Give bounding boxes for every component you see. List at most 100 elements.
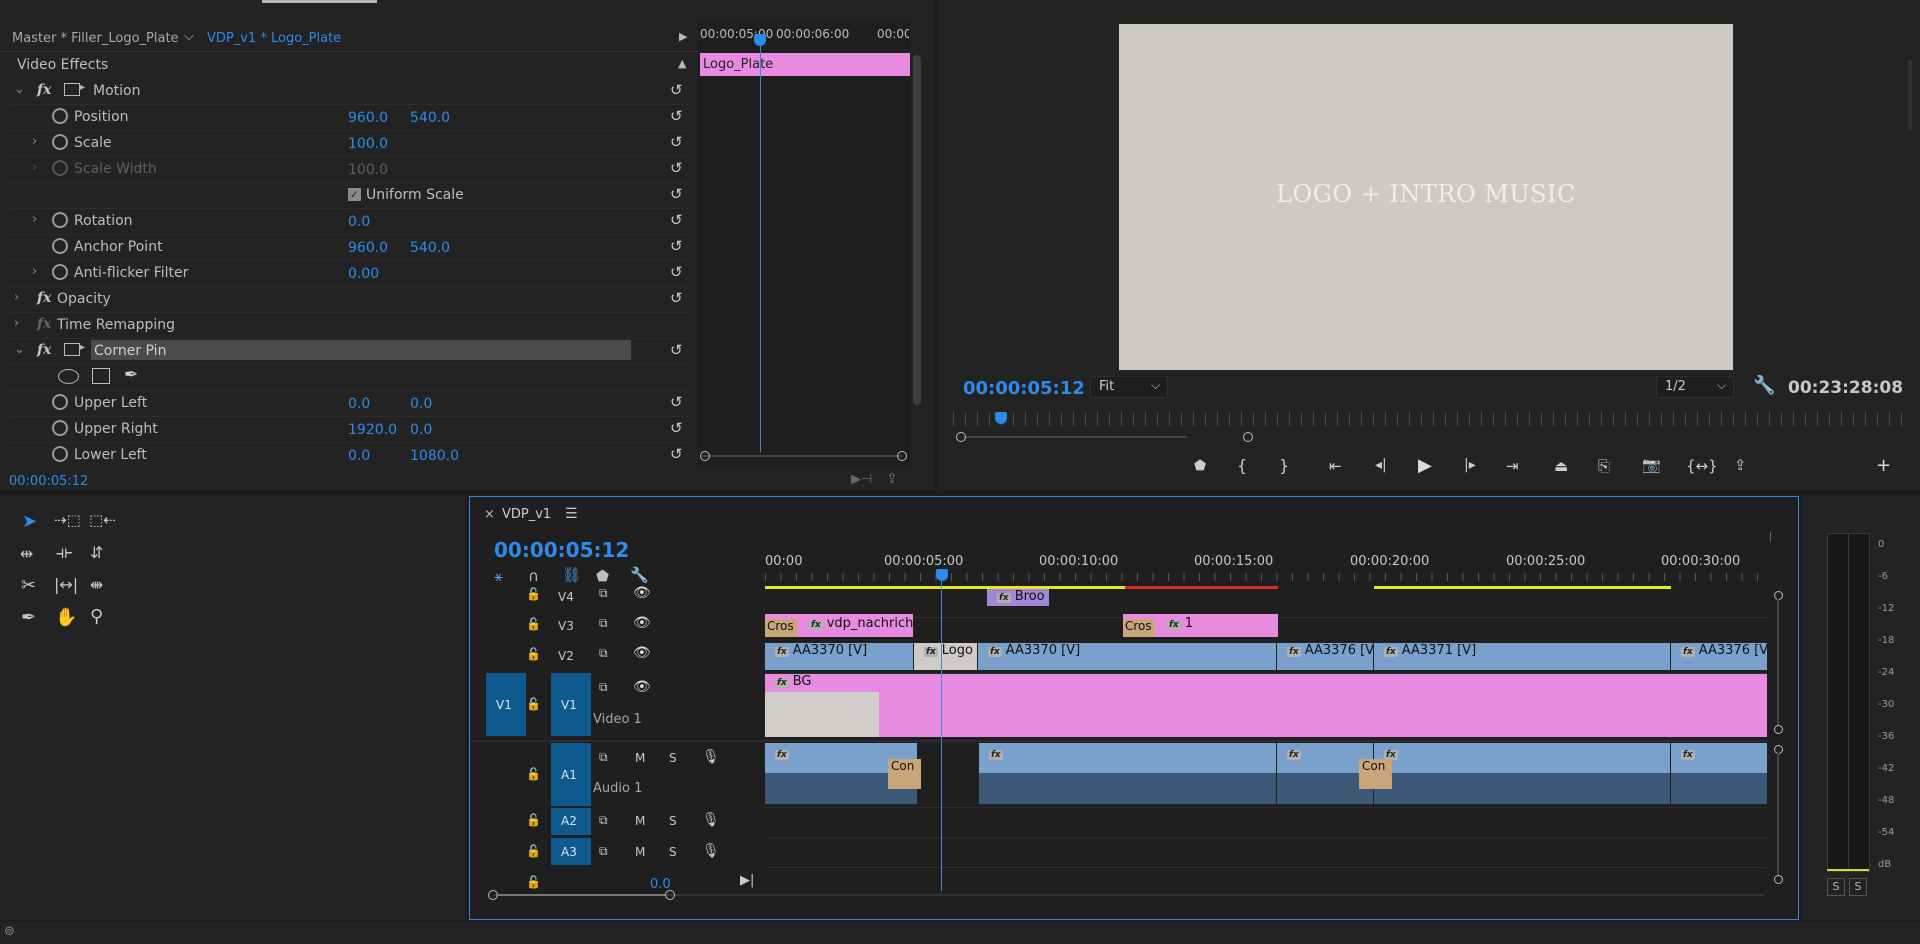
time-remapping-row[interactable]: › fx Time Remapping	[10, 312, 690, 339]
position-y-value[interactable]: 540.0	[410, 110, 450, 126]
v2-clip-aa3371[interactable]: fx AA3371 [V]	[1374, 643, 1670, 670]
close-tab-icon[interactable]: ×	[484, 507, 495, 522]
share-icon[interactable]: ⇪	[1734, 456, 1747, 474]
transform-box-icon[interactable]	[64, 343, 80, 356]
scale-value[interactable]: 100.0	[348, 136, 388, 152]
stopwatch-icon[interactable]	[52, 238, 68, 254]
sync-lock-icon[interactable]: ⧉	[599, 646, 608, 661]
a1-audio-clip[interactable]: fx	[979, 743, 1276, 804]
stopwatch-icon[interactable]	[52, 108, 68, 124]
play-icon[interactable]: ▶	[1418, 455, 1432, 476]
lock-icon[interactable]: 🔓	[526, 813, 541, 827]
mini-zoom-track[interactable]	[702, 455, 902, 457]
go-to-end-icon[interactable]: ▶|	[740, 873, 754, 888]
lift-icon[interactable]: ⏏	[1554, 457, 1568, 475]
lock-icon[interactable]: 🔓	[526, 875, 541, 889]
constant-power-transition[interactable]: Con	[888, 759, 921, 789]
chevron-right-icon[interactable]: ›	[32, 134, 37, 149]
stopwatch-icon[interactable]	[52, 446, 68, 462]
rectangle-mask-icon[interactable]	[92, 368, 110, 384]
a1-audio-clip[interactable]: fx	[1671, 743, 1767, 804]
reset-icon[interactable]: ↺	[670, 211, 683, 229]
fx-icon[interactable]: fx	[37, 342, 51, 358]
sync-lock-icon[interactable]: ⧉	[599, 813, 608, 828]
add-marker-icon[interactable]: ⬟	[1194, 458, 1206, 474]
chevron-right-icon[interactable]: ›	[32, 264, 37, 279]
v2-clip-aa3370b[interactable]: fx AA3370 [V]	[978, 643, 1276, 670]
eye-visibility-icon[interactable]: 👁	[633, 585, 651, 601]
eye-visibility-icon[interactable]: 👁	[633, 615, 651, 631]
fit-dropdown[interactable]: Fit ⌵	[1090, 376, 1168, 398]
chevron-down-icon[interactable]: ⌄	[14, 342, 25, 357]
track-select-forward-icon[interactable]: ⇢⬚	[54, 511, 81, 529]
slide-tool-icon[interactable]: ⇼	[90, 575, 103, 594]
reset-icon[interactable]: ↺	[670, 133, 683, 151]
reset-icon[interactable]: ↺	[670, 419, 683, 437]
mark-out-icon[interactable]: }	[1279, 456, 1289, 475]
sync-lock-icon[interactable]: ⧉	[599, 616, 608, 631]
sync-lock-icon[interactable]: ⧉	[599, 844, 608, 859]
slip-tool-icon[interactable]: |↔|	[54, 575, 78, 594]
solo-right-button[interactable]: S	[1849, 878, 1867, 896]
sequence-clip-tab[interactable]: VDP_v1 * Logo_Plate	[207, 31, 341, 46]
transform-box-icon[interactable]	[64, 83, 80, 96]
effect-controls-scrollbar[interactable]	[913, 55, 921, 405]
reset-icon[interactable]: ↺	[670, 81, 683, 99]
add-marker-icon[interactable]: ⬟	[596, 567, 609, 585]
anchor-y-value[interactable]: 540.0	[410, 240, 450, 256]
stopwatch-icon[interactable]	[52, 264, 68, 280]
v3-clip-vdp[interactable]: Cros fx vdp_nachrich	[765, 614, 913, 637]
timeline-timecode[interactable]: 00:00:05:12	[494, 538, 629, 562]
pen-tool-icon[interactable]: ✒	[21, 607, 36, 628]
reset-icon[interactable]: ↺	[670, 445, 683, 463]
anchor-x-value[interactable]: 960.0	[348, 240, 388, 256]
chevron-down-icon[interactable]: ⌵	[184, 29, 194, 44]
v2-clip-aa3376a[interactable]: fx AA3376 [V	[1277, 643, 1373, 670]
program-playhead-handle[interactable]	[995, 412, 1007, 424]
play-audio-icon[interactable]: ▶⊣	[851, 472, 872, 487]
sync-lock-icon[interactable]: ⧉	[599, 680, 608, 695]
video-scroll-handle[interactable]	[1774, 725, 1783, 734]
upper-right-y-value[interactable]: 0.0	[410, 422, 432, 438]
audio-scroll-handle[interactable]	[1774, 875, 1783, 884]
linked-selection-icon[interactable]: ⛓	[562, 566, 581, 584]
stopwatch-icon[interactable]	[52, 394, 68, 410]
pen-mask-icon[interactable]: ✒	[124, 365, 138, 385]
mini-playhead-handle[interactable]	[754, 34, 766, 46]
zoom-handle-left[interactable]	[700, 451, 710, 461]
effect-controls-timecode[interactable]: 00:00:05:12	[9, 474, 88, 489]
play-triangle-icon[interactable]: ▶	[679, 30, 687, 43]
master-clip-tab[interactable]: Master * Filler_Logo_Plate	[12, 31, 179, 46]
track-select-backward-icon[interactable]: ⬚⇠	[89, 511, 116, 529]
timeline-horizontal-scroll[interactable]	[494, 894, 1764, 896]
upper-left-y-value[interactable]: 0.0	[410, 396, 432, 412]
monitor-scrollbar[interactable]	[1908, 60, 1912, 130]
microphone-icon[interactable]: 🎙	[702, 843, 720, 859]
hamburger-menu-icon[interactable]: ☰	[565, 506, 578, 522]
mute-button[interactable]: M	[635, 751, 645, 765]
snap-magnet-icon[interactable]: ∩	[528, 567, 539, 585]
rolling-edit-icon[interactable]: ⟛	[56, 542, 72, 563]
lock-icon[interactable]: 🔓	[526, 587, 541, 601]
anti-flicker-value[interactable]: 0.00	[348, 266, 379, 282]
reset-icon[interactable]: ↺	[670, 263, 683, 281]
chevron-right-icon[interactable]: ›	[14, 316, 19, 331]
v4-clip[interactable]: fx Broo	[987, 589, 1049, 606]
microphone-icon[interactable]: 🎙	[702, 749, 720, 765]
v2-clip-aa3370a[interactable]: fx AA3370 [V]	[765, 643, 913, 670]
v2-clip-logo[interactable]: fx Logo	[914, 643, 977, 670]
rate-stretch-icon[interactable]: ⇵	[90, 543, 103, 562]
export-icon[interactable]: ⇪	[886, 471, 898, 487]
constant-power-transition[interactable]: Con	[1359, 759, 1392, 789]
mute-button[interactable]: M	[635, 845, 645, 859]
lock-icon[interactable]: 🔓	[526, 767, 541, 781]
wrench-settings-icon[interactable]: 🔧	[1753, 375, 1775, 396]
effect-mini-timeline[interactable]	[698, 22, 910, 469]
creative-cloud-icon[interactable]: ⊚	[4, 924, 15, 939]
microphone-icon[interactable]: 🎙	[702, 812, 720, 828]
cross-dissolve-transition[interactable]: Cros	[1123, 619, 1155, 637]
lock-icon[interactable]: 🔓	[526, 697, 541, 711]
stopwatch-icon[interactable]	[52, 420, 68, 436]
program-timecode[interactable]: 00:00:05:12	[963, 378, 1085, 399]
chevron-down-icon[interactable]: ⌄	[14, 82, 25, 97]
